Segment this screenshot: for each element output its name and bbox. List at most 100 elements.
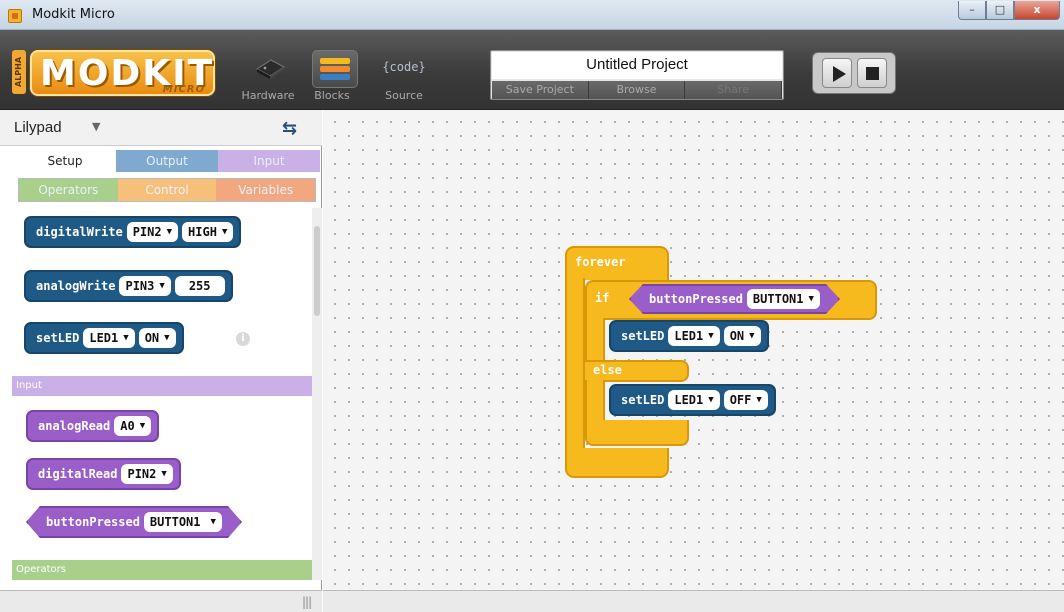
block-label: analogRead bbox=[38, 419, 111, 433]
canvas-horizontal-scrollbar[interactable] bbox=[323, 590, 1064, 612]
then-block-setled[interactable]: setLED LED1 ▼ ON ▼ bbox=[609, 320, 769, 352]
code-icon: {code} bbox=[382, 60, 426, 74]
blocks-tool-button[interactable]: Blocks bbox=[302, 50, 362, 110]
program-canvas[interactable]: forever if else buttonPressed BUTTON1 ▼ s… bbox=[323, 110, 1064, 590]
project-actions: Save Project Browse Share bbox=[492, 81, 783, 99]
alpha-badge: ALPHA bbox=[12, 50, 26, 94]
save-project-button[interactable]: Save Project bbox=[492, 81, 589, 99]
chevron-down-icon: ▼ bbox=[708, 331, 714, 341]
dropdown-value: BUTTON1 bbox=[149, 515, 201, 529]
scrollbar-thumb[interactable] bbox=[314, 226, 320, 316]
state-dropdown[interactable]: ON ▼ bbox=[138, 328, 176, 348]
button-dropdown[interactable]: BUTTON1 ▼ bbox=[144, 512, 222, 532]
logo-subtitle: MICRO bbox=[162, 84, 205, 95]
chevron-down-icon: ▼ bbox=[92, 120, 101, 133]
else-label: else bbox=[593, 363, 622, 377]
dropdown-value: ON bbox=[729, 329, 745, 343]
browse-button[interactable]: Browse bbox=[588, 81, 686, 99]
state-dropdown[interactable]: ON ▼ bbox=[723, 326, 761, 346]
info-icon[interactable]: i bbox=[236, 332, 250, 346]
chevron-down-icon: ▼ bbox=[708, 395, 714, 405]
pin-dropdown[interactable]: A0 ▼ bbox=[114, 416, 152, 436]
led-dropdown[interactable]: LED1 ▼ bbox=[668, 390, 720, 410]
forever-block-arm bbox=[565, 278, 585, 450]
forever-label: forever bbox=[575, 255, 626, 269]
value-field[interactable]: 255 bbox=[174, 276, 225, 296]
dropdown-value: BUTTON1 bbox=[752, 292, 804, 306]
board-selector[interactable]: Lilypad ▼ ⇆ bbox=[0, 110, 322, 146]
dropdown-value: LED1 bbox=[674, 329, 704, 343]
chevron-down-icon: ▼ bbox=[161, 469, 167, 479]
project-panel: Untitled Project Save Project Browse Sha… bbox=[490, 50, 784, 100]
block-label: buttonPressed bbox=[649, 292, 743, 306]
source-tool-button[interactable]: {code} Source bbox=[374, 50, 434, 110]
tab-setup[interactable]: Setup bbox=[14, 150, 116, 172]
button-dropdown[interactable]: BUTTON1 ▼ bbox=[747, 289, 820, 309]
run-controls bbox=[812, 52, 896, 94]
minimize-button[interactable]: – bbox=[958, 1, 986, 20]
pin-dropdown[interactable]: PIN2 ▼ bbox=[121, 464, 173, 484]
hardware-tool-button[interactable]: Hardware bbox=[238, 50, 298, 110]
app-icon bbox=[8, 9, 22, 23]
tab-input[interactable]: Input bbox=[218, 150, 320, 172]
dropdown-value: LED1 bbox=[674, 393, 704, 407]
pin-dropdown[interactable]: PIN2 ▼ bbox=[126, 222, 179, 242]
pin-dropdown[interactable]: PIN3 ▼ bbox=[119, 276, 171, 296]
window-title: Modkit Micro bbox=[32, 7, 115, 22]
chevron-down-icon: ▼ bbox=[808, 294, 814, 304]
else-block-setled[interactable]: setLED LED1 ▼ OFF ▼ bbox=[609, 384, 776, 416]
led-dropdown[interactable]: LED1 ▼ bbox=[668, 326, 720, 346]
dropdown-value: ON bbox=[144, 331, 160, 345]
palette-block-digitalwrite[interactable]: digitalWrite PIN2 ▼ HIGH ▼ bbox=[24, 216, 242, 248]
palette-block-buttonpressed[interactable]: buttonPressed BUTTON1 ▼ bbox=[26, 506, 242, 538]
tab-output[interactable]: Output bbox=[116, 150, 218, 172]
window-controls: – □ x bbox=[958, 1, 1060, 21]
tab-operators[interactable]: Operators bbox=[19, 179, 118, 201]
if-label: if bbox=[595, 291, 610, 305]
window-titlebar: Modkit Micro – □ x bbox=[0, 0, 1064, 30]
block-label: setLED bbox=[36, 331, 80, 345]
project-title[interactable]: Untitled Project bbox=[492, 52, 782, 79]
condition-block-buttonpressed[interactable]: buttonPressed BUTTON1 ▼ bbox=[629, 284, 840, 314]
state-dropdown[interactable]: OFF ▼ bbox=[723, 390, 768, 410]
chip-icon bbox=[256, 59, 285, 79]
board-name: Lilypad bbox=[14, 119, 62, 136]
block-label: digitalRead bbox=[38, 467, 118, 481]
if-block-footer bbox=[585, 420, 689, 446]
share-button[interactable]: Share bbox=[685, 81, 783, 99]
section-header-input: Input bbox=[12, 376, 312, 396]
palette-scroll-area[interactable]: digitalWrite PIN2 ▼ HIGH ▼ analogWrite PIN… bbox=[0, 208, 312, 580]
if-block-arm bbox=[585, 318, 605, 362]
block-label: buttonPressed bbox=[46, 515, 140, 529]
chevron-down-icon: ▼ bbox=[756, 395, 762, 405]
tab-control[interactable]: Control bbox=[117, 179, 217, 201]
blocks-label: Blocks bbox=[314, 89, 350, 102]
hardware-label: Hardware bbox=[241, 89, 295, 102]
dropdown-value: PIN3 bbox=[125, 279, 155, 293]
swap-arrows-icon[interactable]: ⇆ bbox=[282, 118, 312, 139]
source-label: Source bbox=[385, 89, 423, 102]
tab-variables[interactable]: Variables bbox=[216, 179, 316, 201]
chevron-down-icon: ▼ bbox=[221, 227, 228, 237]
play-button[interactable] bbox=[821, 58, 852, 88]
resize-grip-icon[interactable]: ||| bbox=[302, 595, 312, 609]
block-label: setLED bbox=[621, 393, 665, 407]
block-palette-panel: Lilypad ▼ ⇆ Setup Output Input Operators… bbox=[0, 110, 322, 612]
dropdown-value: OFF bbox=[729, 393, 752, 407]
palette-block-analogwrite[interactable]: analogWrite PIN3 ▼ 255 bbox=[24, 270, 233, 302]
forever-block-footer bbox=[565, 448, 669, 478]
palette-block-setled[interactable]: setLED LED1 ▼ ON ▼ bbox=[24, 322, 184, 354]
palette-scrollbar[interactable] bbox=[312, 208, 322, 580]
maximize-button[interactable]: □ bbox=[986, 1, 1014, 20]
palette-block-analogread[interactable]: analogRead A0 ▼ bbox=[26, 410, 160, 442]
main-toolbar: ALPHA MODKIT MICRO Hardware Blocks {code… bbox=[0, 30, 1064, 110]
category-tabs-secondary: Operators Control Variables bbox=[18, 178, 316, 202]
dropdown-value: HIGH bbox=[188, 225, 217, 239]
level-dropdown[interactable]: HIGH ▼ bbox=[182, 222, 234, 242]
else-block-arm bbox=[585, 380, 605, 422]
led-dropdown[interactable]: LED1 ▼ bbox=[83, 328, 135, 348]
block-label: digitalWrite bbox=[36, 225, 123, 239]
palette-block-digitalread[interactable]: digitalRead PIN2 ▼ bbox=[26, 458, 181, 490]
close-button[interactable]: x bbox=[1014, 1, 1060, 20]
stop-button[interactable] bbox=[856, 58, 887, 88]
